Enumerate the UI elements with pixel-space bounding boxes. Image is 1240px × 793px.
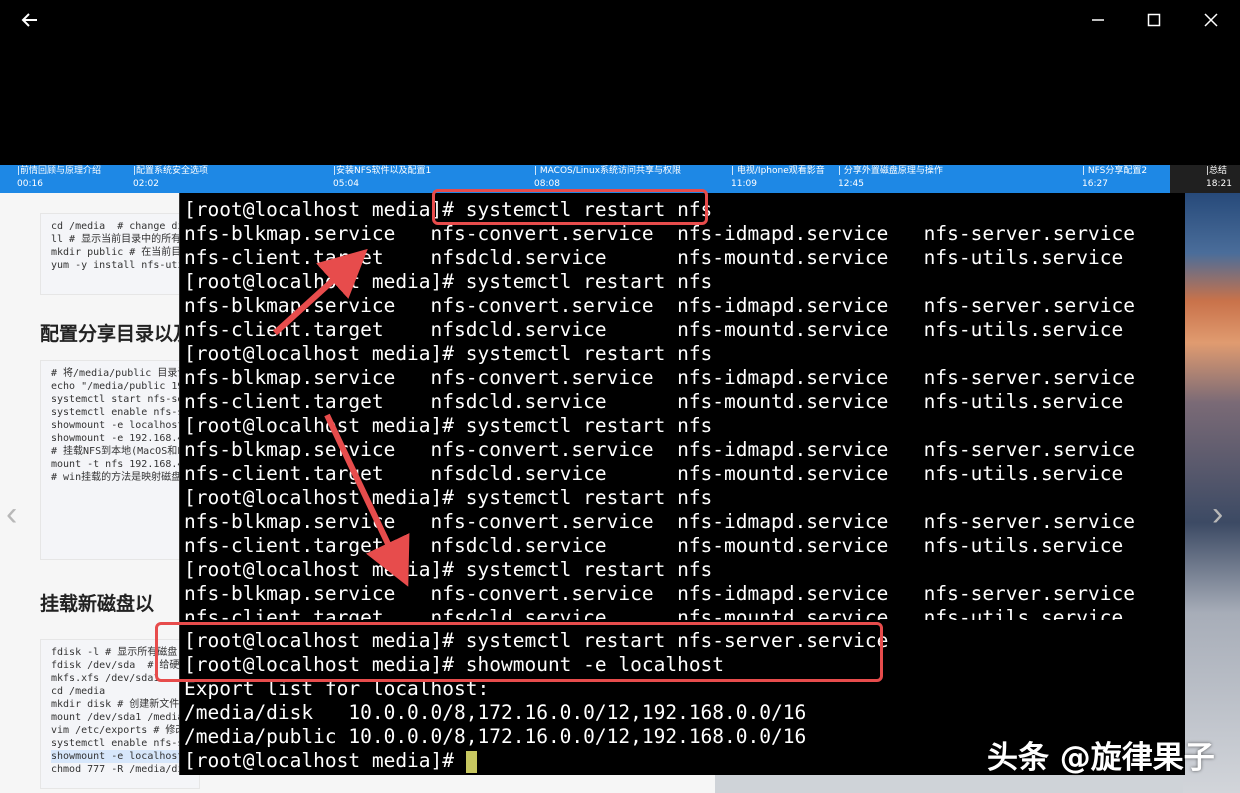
code-line: yum -y install nfs-uti [51, 260, 184, 271]
chapter-time: 02:02 [133, 179, 159, 189]
code-line: showmount -e localhost [51, 420, 184, 431]
code-line: systemctl enable nfs-s [51, 407, 184, 418]
code-line: mkdir disk # 创建新文件 [51, 699, 180, 710]
chapter-item[interactable]: |前情回顾与原理介绍 00:16 [17, 165, 101, 191]
terminal-line: [root@localhost media]# systemctl restar… [184, 414, 713, 437]
chapter-item[interactable]: | NFS分享配置2 16:27 [1082, 165, 1147, 191]
code-line: systemctl enable nfs-s [51, 738, 184, 749]
terminal-line: nfs-blkmap.service nfs-convert.service n… [184, 438, 1135, 461]
chapter-time: 16:27 [1082, 179, 1108, 189]
code-block: cd /media # change di ll # 显示当前目录中的所有文 m… [40, 213, 200, 295]
terminal-line: nfs-client.target nfsdcld.service nfs-mo… [184, 390, 1124, 413]
arrow-left-icon[interactable] [15, 6, 45, 34]
code-line: vim /etc/exports # 修改 [51, 725, 186, 736]
terminal-window[interactable]: [root@localhost media]# systemctl restar… [179, 193, 1185, 775]
code-line: chmod 777 -R /media/di [51, 764, 184, 775]
code-line: mount -t nfs 192.168.4 [51, 459, 184, 470]
minimize-icon[interactable] [1083, 6, 1113, 34]
terminal-line: /media/public 10.0.0.0/8,172.16.0.0/12,1… [184, 725, 807, 748]
code-line: mount /dev/sda1 /media [51, 712, 184, 723]
terminal-line: nfs-blkmap.service nfs-convert.service n… [184, 582, 1135, 605]
terminal-line: [root@localhost media]# systemctl restar… [184, 486, 713, 509]
terminal-line: nfs-client.target nfsdcld.service nfs-mo… [184, 606, 1124, 620]
highlight-box [432, 189, 708, 225]
chapter-title: | 电视/Iphone观看影音 [731, 166, 825, 176]
chevron-right-icon[interactable]: › [1212, 495, 1223, 534]
terminal-line: /media/disk 10.0.0.0/8,172.16.0.0/12,192… [184, 701, 807, 724]
terminal-prompt-line[interactable]: [root@localhost media]# [184, 749, 477, 773]
chapter-title: |配置系统安全选项 [133, 166, 209, 176]
code-line: systemctl start nfs-se [51, 394, 184, 405]
chapter-time: 05:04 [333, 179, 359, 189]
terminal-line: nfs-client.target nfsdcld.service nfs-mo… [184, 534, 1124, 557]
chapter-item[interactable]: |总结 18:21 [1170, 165, 1240, 193]
terminal-line: nfs-client.target nfsdcld.service nfs-mo… [184, 462, 1124, 485]
terminal-cursor [465, 750, 477, 773]
chevron-left-icon[interactable]: ‹ [6, 495, 17, 534]
code-line: cd /media [51, 686, 106, 697]
watermark: 头条 @旋律果子 [987, 740, 1215, 776]
close-icon[interactable] [1196, 6, 1226, 34]
terminal-line: nfs-client.target nfsdcld.service nfs-mo… [184, 318, 1124, 341]
chapter-time: 00:16 [17, 179, 43, 189]
chapter-time: 11:09 [731, 179, 757, 189]
code-line: showmount -e 192.168.4 [51, 433, 184, 444]
terminal-line: nfs-blkmap.service nfs-convert.service n… [184, 510, 1135, 533]
chapter-time: 12:45 [838, 179, 864, 189]
chapter-item[interactable]: |安装NFS软件以及配置1 05:04 [333, 165, 431, 191]
code-block: # 将/media/public 目录设 echo "/media/public… [40, 360, 200, 560]
terminal-prompt: [root@localhost media]# [184, 749, 466, 772]
code-line: # win挂载的方法是映射磁盘 [51, 472, 182, 483]
section-heading: 挂载新磁盘以 [40, 593, 155, 615]
code-line: echo "/media/public 19 [51, 381, 184, 392]
wallpaper-image [1183, 193, 1240, 793]
highlight-box [155, 622, 883, 682]
chapter-title: |总结 [1206, 166, 1228, 176]
chapter-title: | MACOS/Linux系统访问共享与权限 [534, 166, 682, 176]
section-heading: 配置分享目录以及 [40, 323, 193, 345]
terminal-line: nfs-client.target nfsdcld.service nfs-mo… [184, 246, 1124, 269]
chapter-time: 18:21 [1206, 179, 1232, 189]
terminal-line: [root@localhost media]# systemctl restar… [184, 270, 713, 293]
code-line: showmount -e localhost [51, 750, 189, 763]
terminal-line: [root@localhost media]# systemctl restar… [184, 558, 713, 581]
chapter-item[interactable]: |配置系统安全选项 02:02 [133, 165, 208, 191]
code-line: # 挂载NFS到本地(MacOS和L [51, 446, 184, 457]
chapter-title: |前情回顾与原理介绍 [17, 166, 102, 176]
chapter-item[interactable]: | MACOS/Linux系统访问共享与权限 08:08 [534, 165, 681, 191]
chapter-title: | NFS分享配置2 [1082, 166, 1148, 176]
code-line: # 将/media/public 目录设 [51, 368, 188, 379]
chapter-title: |安装NFS软件以及配置1 [333, 166, 432, 176]
code-line: mkdir public # 在当前目 [51, 247, 182, 258]
maximize-icon[interactable] [1139, 6, 1169, 34]
terminal-line: nfs-blkmap.service nfs-convert.service n… [184, 294, 1135, 317]
code-line: ll # 显示当前目录中的所有文 [51, 234, 192, 245]
window-titlebar [0, 0, 1240, 40]
wallpaper-image [715, 775, 1183, 793]
chapter-title: | 分享外置磁盘原理与操作 [838, 166, 943, 176]
terminal-line: nfs-blkmap.service nfs-convert.service n… [184, 366, 1135, 389]
code-line: cd /media # change di [51, 221, 184, 232]
chapter-item[interactable]: | 电视/Iphone观看影音 11:09 [731, 165, 825, 191]
terminal-line: nfs-blkmap.service nfs-convert.service n… [184, 222, 1135, 245]
chapter-item[interactable]: | 分享外置磁盘原理与操作 12:45 [838, 165, 943, 191]
terminal-line: [root@localhost media]# systemctl restar… [184, 342, 713, 365]
